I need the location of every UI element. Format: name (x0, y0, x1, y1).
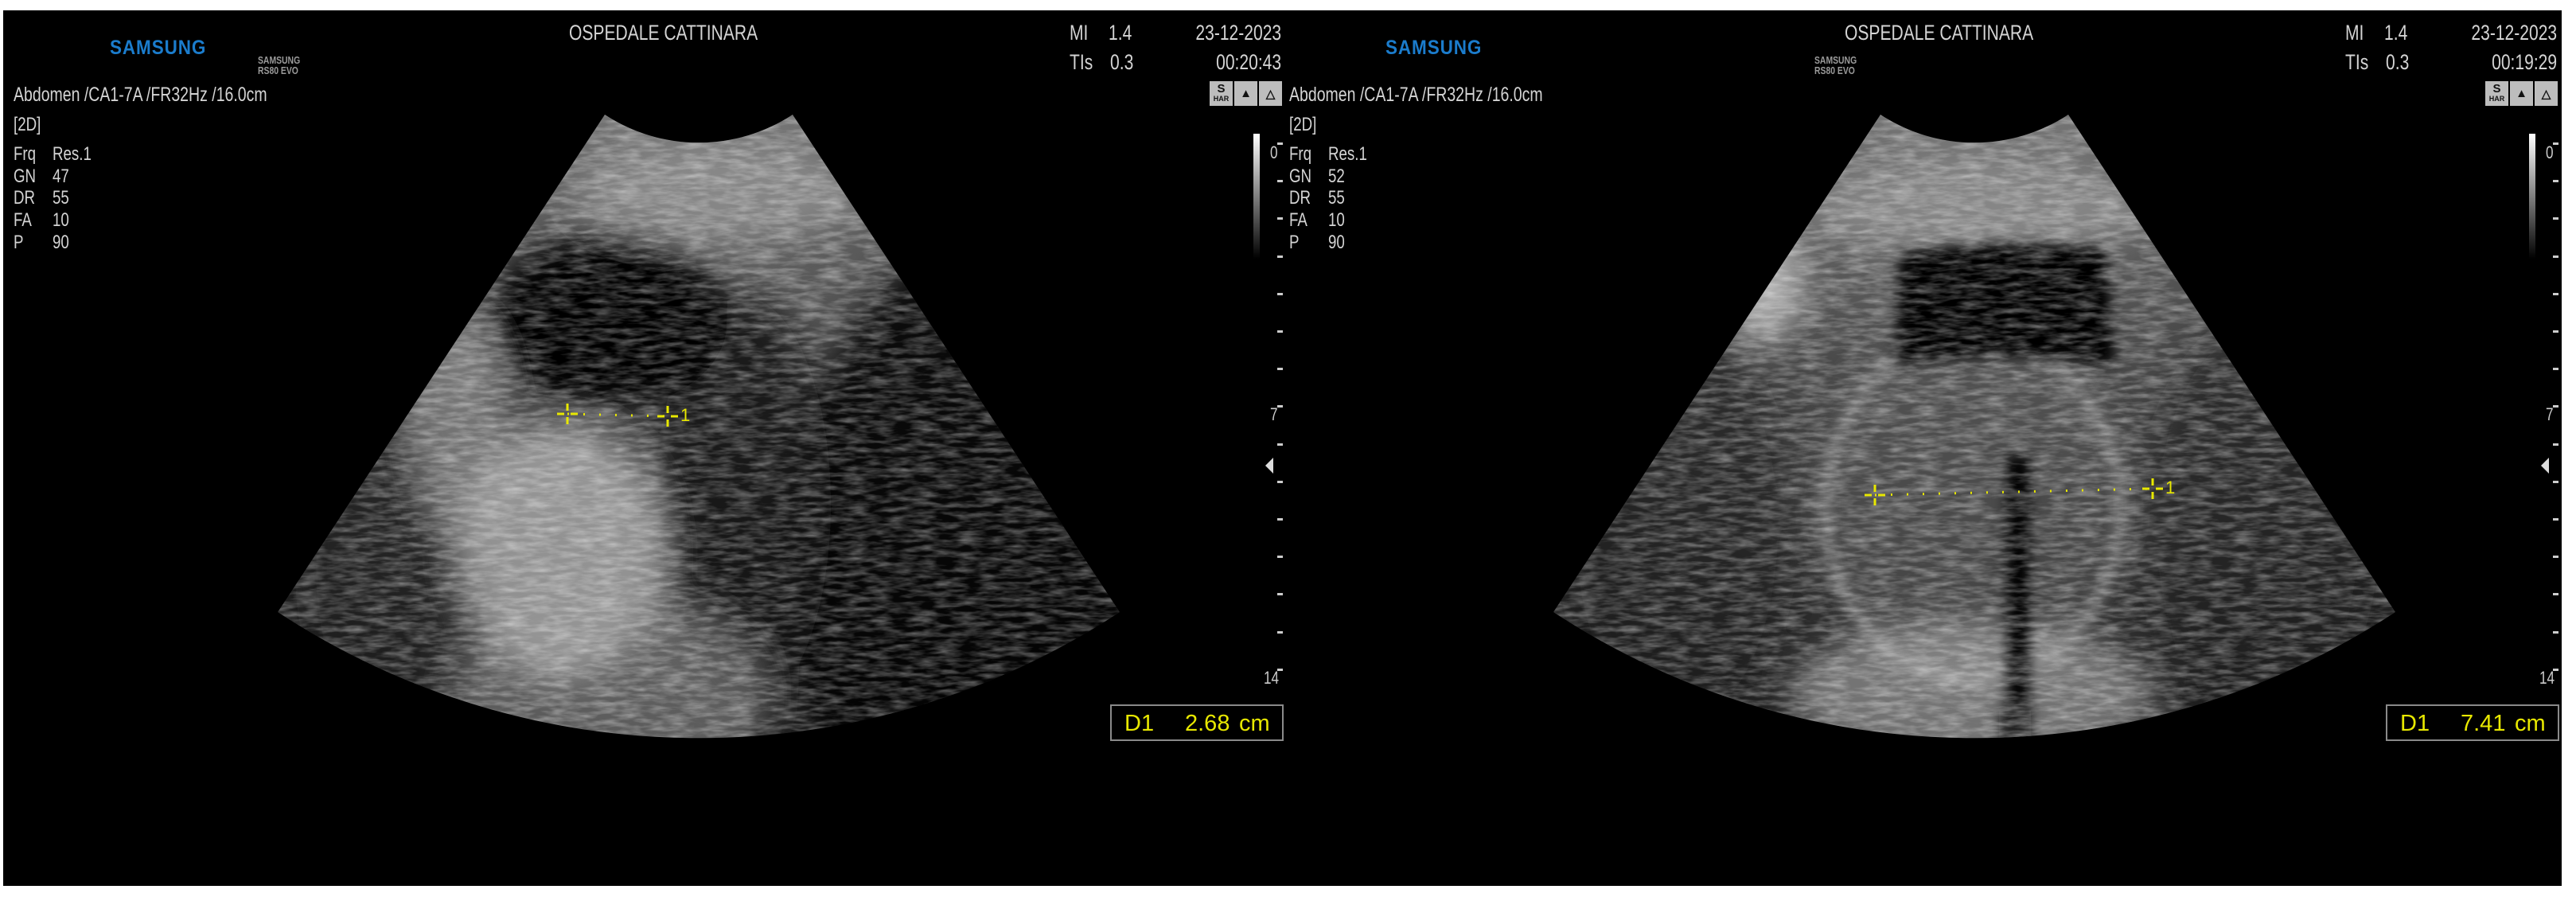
ultrasound-screen: 1 SAMSUNG RS80 EVO SAMSUNG OSPEDALE CATT… (3, 10, 2562, 886)
exam-info: Abdomen /CA1-7A /FR32Hz /16.0cm (14, 84, 267, 106)
param-value: 90 (53, 232, 69, 253)
depth-tick (2553, 480, 2558, 483)
param-label: GN (1289, 166, 1312, 187)
param-label: DR (1289, 187, 1311, 209)
depth-tick (2553, 330, 2558, 333)
ultrasound-panel-right: 1 SAMSUNG RS80 EVO SAMSUNG OSPEDALE CATT… (1279, 10, 2559, 886)
measurement-name: D1 (2400, 711, 2430, 736)
depth-label-bottom: 14 (2539, 668, 2555, 688)
param-value: 55 (53, 187, 69, 209)
samsung-logo: SAMSUNG (110, 37, 207, 59)
param-value: 10 (53, 209, 69, 231)
depth-tick (2553, 593, 2558, 596)
probe-orientation-icon[interactable]: ▲ (1234, 81, 1257, 106)
measurement-value: 2.68 (1185, 711, 1230, 736)
depth-label-top: 0 (1270, 142, 1278, 162)
probe-orientation-icon[interactable]: ▲ (2510, 81, 2533, 106)
exam-time: 00:20:43 (1216, 50, 1281, 74)
depth-tick (2553, 368, 2558, 371)
exam-date: 23-12-2023 (2471, 21, 2557, 45)
param-value: Res.1 (53, 143, 92, 165)
biopsy-guide-icon[interactable]: △ (2535, 81, 2558, 106)
watermark-line: RS80 EVO (258, 64, 298, 76)
param-label: GN (14, 166, 37, 187)
tis-label: TIs (2345, 50, 2369, 74)
param-value: 47 (53, 166, 69, 187)
ultrasound-panel-left: 1 SAMSUNG RS80 EVO SAMSUNG OSPEDALE CATT… (3, 10, 1284, 886)
depth-tick (2553, 217, 2558, 220)
s-har-har: HAR (1213, 94, 1230, 103)
param-value: 10 (1328, 209, 1345, 231)
s-har-har: HAR (2488, 94, 2505, 103)
mi-value: 1.4 (2384, 21, 2408, 45)
focus-marker-icon[interactable] (2541, 458, 2549, 474)
exam-date: 23-12-2023 (1195, 21, 1281, 45)
ultrasound-image-right (1553, 115, 2395, 739)
depth-tick (2553, 180, 2558, 183)
param-label: P (1289, 232, 1300, 253)
mode-label: [2D] (1289, 114, 1317, 135)
param-value: 52 (1328, 166, 1345, 187)
depth-label-top: 0 (2546, 142, 2554, 162)
param-label: FA (1289, 209, 1307, 231)
caliper-label: 1 (2165, 478, 2176, 497)
hospital-name: OSPEDALE CATTINARA (569, 21, 758, 45)
hospital-name: OSPEDALE CATTINARA (1845, 21, 2034, 45)
measurement-unit: cm (1239, 711, 1270, 736)
grayscale-bar (2529, 134, 2535, 259)
param-label: Frq (1289, 143, 1312, 165)
measurement-value: 7.41 (2461, 711, 2506, 736)
mode-icons: S HAR ▲ △ (2485, 81, 2558, 106)
tis-label: TIs (1070, 50, 1093, 74)
samsung-logo: SAMSUNG (1385, 37, 1483, 59)
ultrasound-image-left (278, 115, 1120, 739)
depth-tick (2553, 405, 2558, 408)
depth-tick (2553, 443, 2558, 446)
measurement-unit: cm (2515, 711, 2546, 736)
param-value: 55 (1328, 187, 1345, 209)
depth-tick (2553, 556, 2558, 559)
depth-tick (2553, 518, 2558, 521)
param-value: 90 (1328, 232, 1345, 253)
param-label: DR (14, 187, 36, 209)
depth-tick (2553, 292, 2558, 295)
s-har-icon[interactable]: S HAR (2485, 81, 2508, 106)
exam-time: 00:19:29 (2492, 50, 2557, 74)
mode-label: [2D] (14, 114, 41, 135)
tis-value: 0.3 (1110, 50, 1134, 74)
measurement-result-box: D1 2.68 cm (1110, 704, 1284, 741)
exam-info: Abdomen /CA1-7A /FR32Hz /16.0cm (1289, 84, 1543, 106)
mode-icons: S HAR ▲ △ (1210, 81, 1282, 106)
depth-tick (2553, 255, 2558, 258)
tis-value: 0.3 (2386, 50, 2410, 74)
measurement-name: D1 (1124, 711, 1155, 736)
param-value: Res.1 (1328, 143, 1367, 165)
focus-marker-icon[interactable] (1265, 458, 1273, 474)
caliper-label: 1 (680, 405, 691, 425)
device-watermark: SAMSUNG RS80 EVO (258, 55, 300, 76)
param-label: FA (14, 209, 32, 231)
depth-tick (2553, 668, 2558, 671)
s-har-s: S (1217, 81, 1226, 96)
grayscale-bar (1253, 134, 1260, 259)
param-label: Frq (14, 143, 37, 165)
param-label: P (14, 232, 24, 253)
watermark-line: RS80 EVO (1814, 64, 1855, 76)
depth-tick (2553, 142, 2558, 145)
depth-label-bottom: 14 (1264, 668, 1280, 688)
s-har-icon[interactable]: S HAR (1210, 81, 1233, 106)
measurement-result-box: D1 7.41 cm (2386, 704, 2559, 741)
mi-label: MI (1070, 21, 1089, 45)
s-har-s: S (2492, 81, 2501, 96)
depth-tick (2553, 630, 2558, 634)
mi-label: MI (2345, 21, 2364, 45)
mi-value: 1.4 (1109, 21, 1132, 45)
device-watermark: SAMSUNG RS80 EVO (1814, 55, 1857, 76)
